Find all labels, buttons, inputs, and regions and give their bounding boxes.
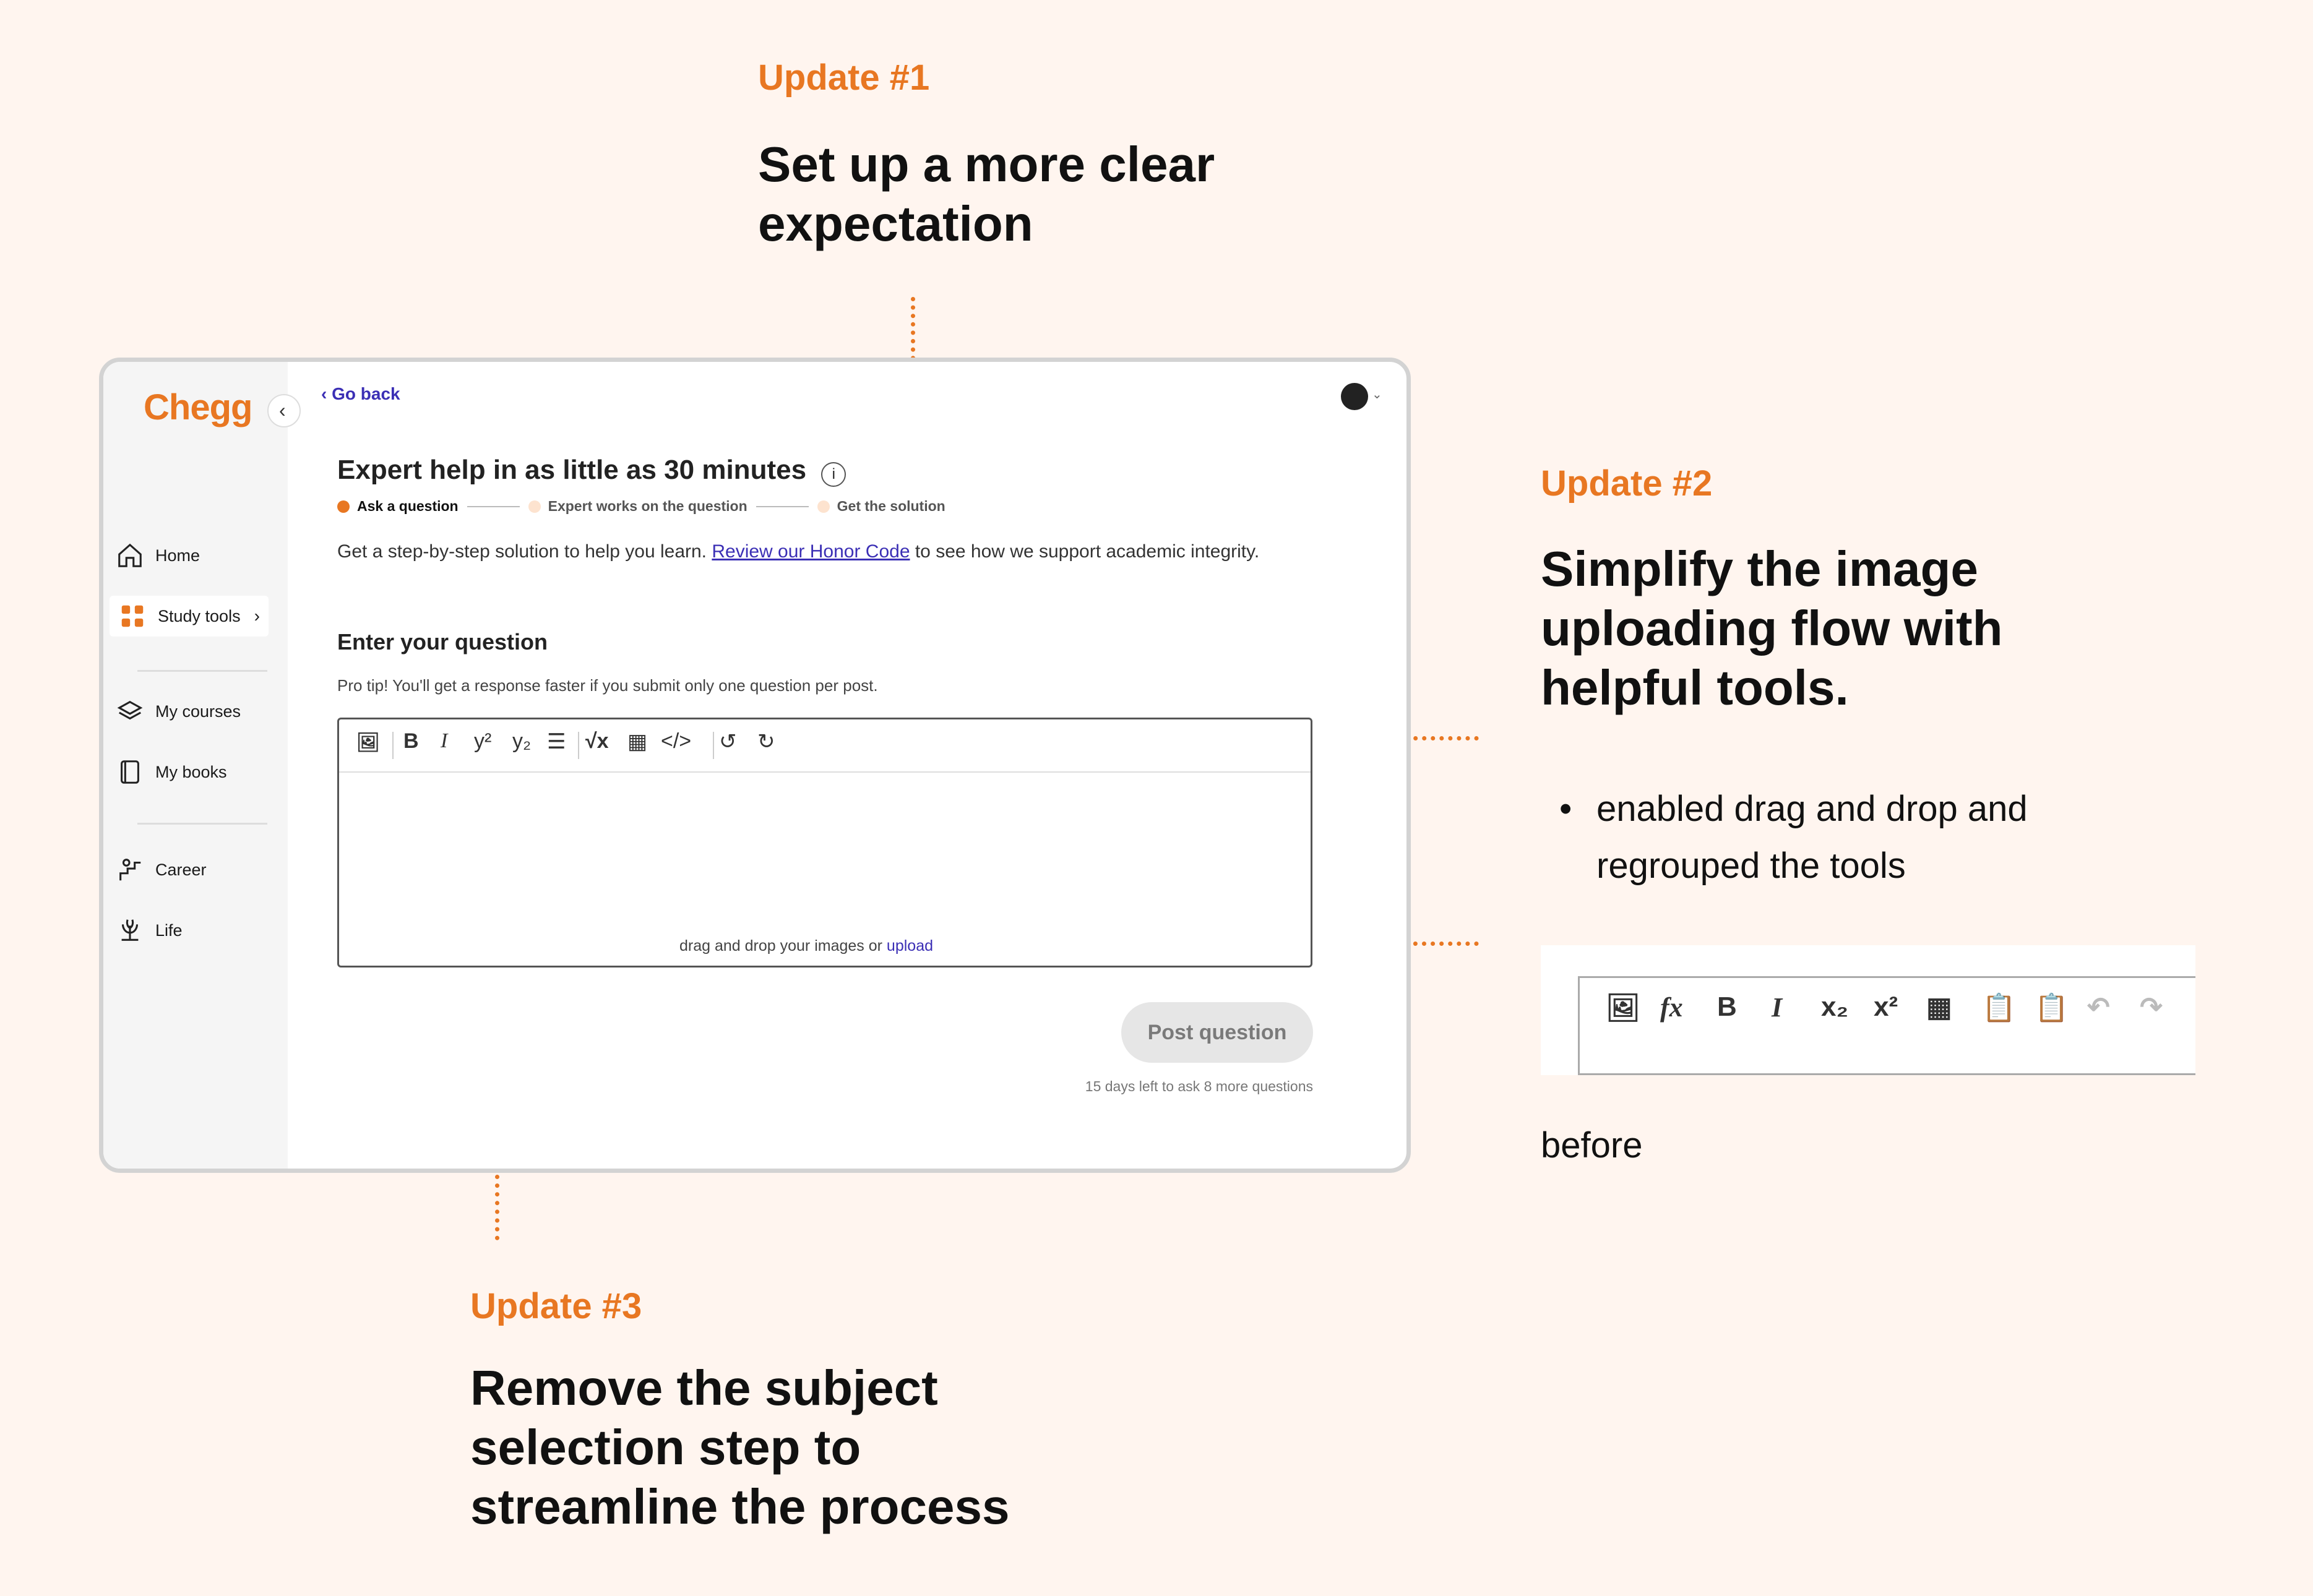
toolbar-divider bbox=[392, 732, 394, 759]
sidebar-item-label: Study tools bbox=[158, 606, 241, 625]
page-title: Expert help in as little as 30 minutes i bbox=[337, 455, 846, 487]
book-icon bbox=[121, 760, 139, 784]
formula-icon: fx bbox=[1660, 992, 1683, 1023]
sidebar-item-label: Career bbox=[155, 860, 207, 879]
intro-text-part: Get a step-by-step solution to help you … bbox=[337, 541, 712, 562]
step-connector bbox=[756, 505, 809, 507]
pro-tip: Pro tip! You'll get a response faster if… bbox=[337, 676, 878, 695]
intro-text: Get a step-by-step solution to help you … bbox=[337, 541, 1259, 562]
sidebar-item-life[interactable]: Life bbox=[116, 916, 183, 945]
upload-link[interactable]: upload bbox=[887, 937, 933, 955]
image-icon: 🖼 bbox=[1606, 993, 1640, 1023]
list-icon[interactable]: ☰ bbox=[547, 729, 566, 754]
go-back-link[interactable]: ‹ Go back bbox=[321, 384, 400, 404]
layers-icon bbox=[117, 700, 143, 720]
question-quota: 15 days left to ask 8 more questions bbox=[1085, 1078, 1313, 1094]
italic-icon[interactable]: I bbox=[441, 729, 447, 753]
chevron-right-icon: › bbox=[254, 606, 260, 625]
chegg-logo[interactable]: Chegg bbox=[144, 387, 252, 428]
avatar[interactable] bbox=[1341, 383, 1368, 410]
superscript-icon[interactable]: y² bbox=[474, 729, 491, 753]
step-dot bbox=[528, 500, 541, 513]
italic-icon: I bbox=[1772, 992, 1783, 1023]
bullet-dot: • bbox=[1559, 789, 1572, 829]
sidebar-item-home[interactable]: Home bbox=[116, 541, 200, 570]
table-icon[interactable]: ▦ bbox=[627, 729, 647, 754]
redo-icon[interactable]: ↻ bbox=[757, 729, 775, 754]
step-label: Expert works on the question bbox=[548, 498, 747, 514]
sidebar: Chegg Home Study tools › My courses My b… bbox=[103, 362, 288, 1169]
honor-code-link[interactable]: Review our Honor Code bbox=[712, 541, 910, 562]
sidebar-item-label: Home bbox=[155, 546, 200, 565]
grid-icon bbox=[121, 605, 144, 627]
update-2-bullet-text: enabled drag and drop and regrouped the … bbox=[1596, 789, 2028, 886]
editor-toolbar: 🖼 B I y² y₂ ☰ √x ▦ </> ↺ ↻ bbox=[339, 719, 1311, 773]
home-icon bbox=[118, 543, 142, 567]
sidebar-item-study-tools[interactable]: Study tools › bbox=[110, 596, 269, 637]
app-window: Chegg Home Study tools › My courses My b… bbox=[99, 358, 1411, 1173]
formula-icon[interactable]: √x bbox=[585, 729, 609, 753]
subscript-icon[interactable]: y₂ bbox=[512, 729, 531, 753]
page-title-text: Expert help in as little as 30 minutes bbox=[337, 455, 807, 485]
sidebar-item-my-books[interactable]: My books bbox=[116, 758, 227, 786]
post-question-button[interactable]: Post question bbox=[1121, 1002, 1313, 1063]
step-connector bbox=[467, 505, 520, 507]
question-editor[interactable]: 🖼 B I y² y₂ ☰ √x ▦ </> ↺ ↻ drag and drop… bbox=[337, 718, 1312, 967]
life-icon bbox=[121, 919, 139, 941]
question-heading: Enter your question bbox=[337, 629, 548, 654]
before-toolbar-image: 🖼 fx B I x₂ x² ▦ 📋 📋 ↶ ↷ bbox=[1541, 945, 2195, 1075]
divider bbox=[137, 823, 267, 825]
step-dot bbox=[817, 500, 830, 513]
before-caption: before bbox=[1541, 1125, 1643, 1165]
divider bbox=[137, 670, 267, 672]
before-toolbar: 🖼 fx B I x₂ x² ▦ 📋 📋 ↶ ↷ bbox=[1578, 976, 2195, 1075]
update-2-bullet: • enabled drag and drop and regrouped th… bbox=[1559, 781, 2116, 895]
drop-hint: drag and drop your images or upload bbox=[679, 937, 933, 955]
code-icon[interactable]: </> bbox=[661, 729, 691, 753]
collapse-sidebar-button[interactable]: ‹ bbox=[267, 394, 301, 427]
intro-text-part: to see how we support academic integrity… bbox=[910, 541, 1260, 562]
drop-hint-text: drag and drop your images or bbox=[679, 937, 887, 955]
update-1-title: Set up a more clear expectation bbox=[758, 137, 1215, 251]
step-dot-active bbox=[337, 500, 350, 513]
progress-steps: Ask a question Expert works on the quest… bbox=[337, 498, 945, 515]
bold-icon[interactable]: B bbox=[403, 729, 419, 753]
update-2-label: Update #2 bbox=[1541, 463, 1713, 504]
bold-icon: B bbox=[1717, 992, 1737, 1022]
update-1-label: Update #1 bbox=[758, 58, 930, 98]
toolbar-divider bbox=[578, 732, 579, 759]
undo-icon: ↶ bbox=[2087, 992, 2110, 1023]
image-icon[interactable]: 🖼 bbox=[356, 732, 380, 753]
step-label: Get the solution bbox=[837, 498, 945, 514]
sidebar-item-career[interactable]: Career bbox=[116, 856, 207, 884]
table-icon: ▦ bbox=[1926, 992, 1952, 1023]
career-icon bbox=[119, 859, 141, 881]
toolbar-divider bbox=[713, 732, 714, 759]
step-label: Ask a question bbox=[357, 498, 459, 514]
update-2-title: Simplify the image uploading flow with h… bbox=[1541, 541, 2003, 715]
update-3-title: Remove the subject selection step to str… bbox=[470, 1360, 1010, 1534]
sidebar-item-label: Life bbox=[155, 920, 183, 940]
undo-icon[interactable]: ↺ bbox=[719, 729, 737, 754]
paste-text-icon: 📋 bbox=[1982, 993, 2016, 1023]
chevron-down-icon: ⌄ bbox=[1372, 388, 1382, 401]
superscript-icon: x² bbox=[1874, 992, 1898, 1022]
sidebar-item-label: My courses bbox=[155, 701, 241, 721]
sidebar-item-label: My books bbox=[155, 762, 227, 781]
chevron-left-icon: ‹ bbox=[279, 399, 286, 421]
info-icon[interactable]: i bbox=[821, 462, 846, 487]
redo-icon: ↷ bbox=[2140, 992, 2163, 1023]
update-3-label: Update #3 bbox=[470, 1286, 642, 1326]
paste-word-icon: 📋 bbox=[2035, 993, 2069, 1023]
subscript-icon: x₂ bbox=[1821, 992, 1849, 1022]
sidebar-item-my-courses[interactable]: My courses bbox=[116, 697, 241, 726]
